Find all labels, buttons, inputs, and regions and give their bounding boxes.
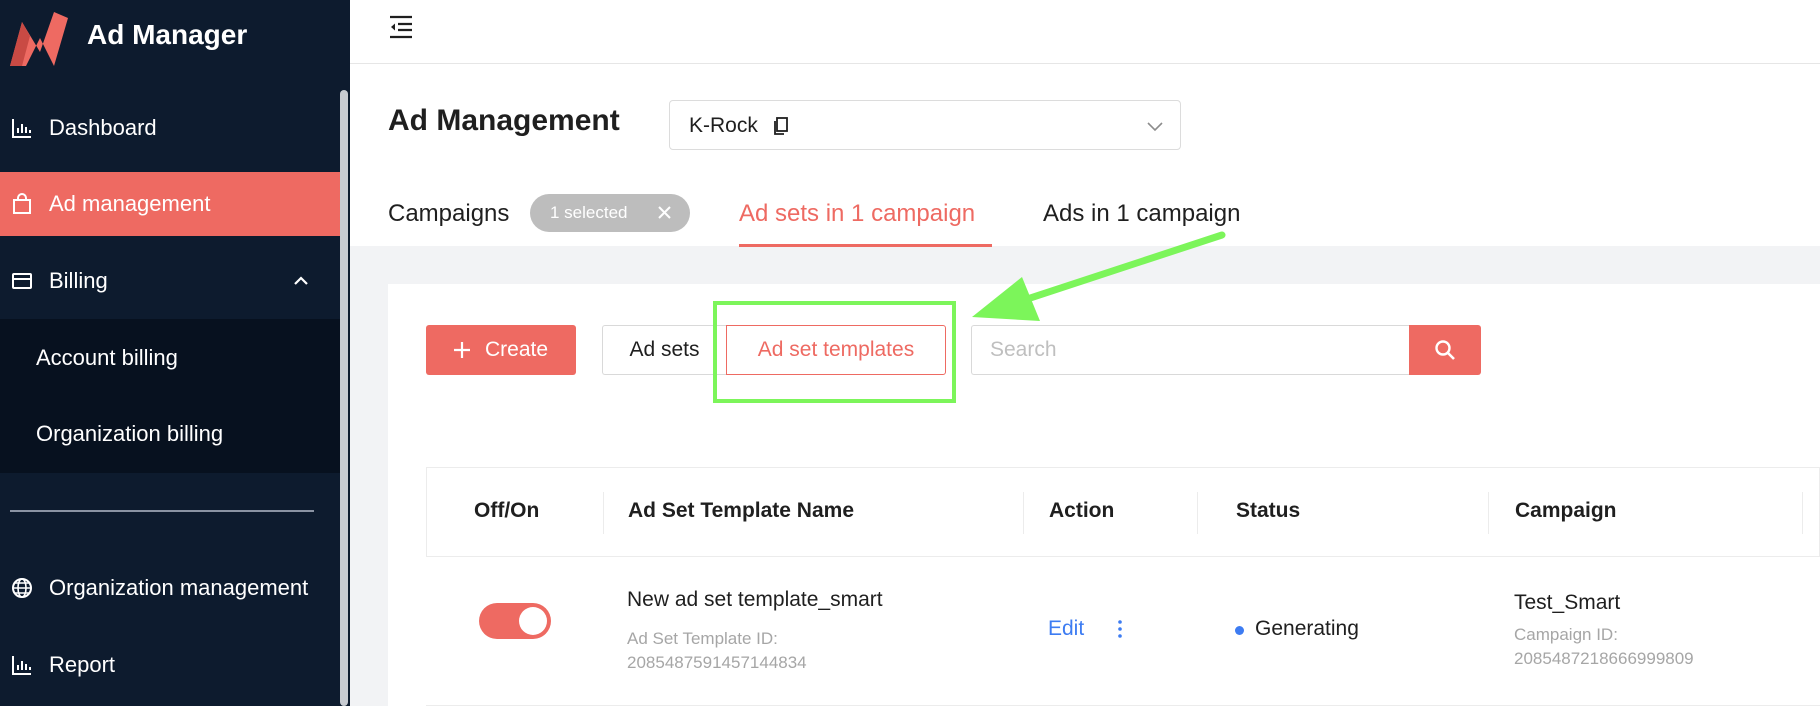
status-dot <box>1235 626 1244 635</box>
more-vertical-icon[interactable] <box>1115 617 1125 641</box>
tab-ads[interactable]: Ads in 1 campaign <box>1043 200 1240 228</box>
globe-icon <box>10 576 34 600</box>
template-id: 2085487591457144834 <box>627 653 807 672</box>
template-name: New ad set template_smart <box>627 588 883 611</box>
campaign-id: 2085487218666999809 <box>1514 649 1694 668</box>
sidebar-item-label: Dashboard <box>49 115 157 140</box>
sidebar-item-billing[interactable]: Billing <box>0 249 340 313</box>
table-header: Off/On Ad Set Template Name Action Statu… <box>426 467 1820 557</box>
account-select-value: K-Rock <box>689 114 758 137</box>
create-button-label: Create <box>485 338 549 361</box>
sidebar-scrollbar[interactable] <box>340 90 348 706</box>
credit-card-icon <box>10 269 34 293</box>
column-header: Campaign <box>1515 499 1617 522</box>
segment-ad-sets[interactable]: Ad sets <box>602 325 726 375</box>
create-button[interactable]: Create <box>426 325 576 375</box>
content-card: Create Ad sets Ad set templates Off/On A… <box>388 284 1820 706</box>
sidebar-item-dashboard[interactable]: Dashboard <box>0 96 340 160</box>
sidebar-item-label: Billing <box>49 268 108 293</box>
brand: Ad Manager <box>0 0 350 78</box>
toggle-knob <box>519 607 547 635</box>
column-separator <box>603 492 604 534</box>
app-title: Ad Manager <box>87 19 248 50</box>
enable-toggle[interactable] <box>479 603 551 639</box>
annotation-arrow-icon <box>972 231 1226 321</box>
active-tab-indicator <box>739 244 992 247</box>
selected-chip[interactable]: 1 selected <box>530 194 690 232</box>
header-panel: Ad Management K-Rock Campaigns 1 selecte… <box>350 64 1820 247</box>
selected-chip-label: 1 selected <box>550 203 628 222</box>
search-icon <box>1435 340 1455 360</box>
sidebar-divider <box>10 510 314 512</box>
bar-chart-icon <box>10 653 34 677</box>
plus-icon <box>454 342 470 358</box>
table-row: New ad set template_smart Ad Set Templat… <box>426 557 1820 706</box>
sidebar-item-report[interactable]: Report <box>0 633 340 697</box>
templates-table: Off/On Ad Set Template Name Action Statu… <box>426 467 1820 706</box>
sidebar-item-label: Ad management <box>49 191 211 216</box>
sidebar-item-account-billing[interactable]: Account billing <box>36 345 178 371</box>
column-header: Action <box>1049 499 1115 522</box>
search-input[interactable] <box>971 325 1411 375</box>
tab-ad-sets[interactable]: Ad sets in 1 campaign <box>739 200 975 228</box>
sidebar-item-ad-management[interactable]: Ad management <box>0 172 340 236</box>
menu-collapse-icon[interactable] <box>388 14 414 40</box>
sidebar-item-label: Report <box>49 652 116 677</box>
sidebar: Ad Manager Dashboard Ad management Billi… <box>0 0 350 706</box>
chevron-down-icon <box>1147 122 1163 132</box>
column-separator <box>1197 492 1198 534</box>
column-separator <box>1802 492 1803 534</box>
chevron-up-icon <box>294 276 308 285</box>
ad-manager-logo-icon <box>10 12 68 66</box>
column-separator <box>1023 492 1024 534</box>
template-id-label: Ad Set Template ID: <box>627 629 778 648</box>
top-bar <box>350 0 1820 64</box>
shopping-bag-icon <box>10 192 34 216</box>
column-separator <box>1488 492 1489 534</box>
status-text: Generating <box>1255 617 1359 640</box>
sidebar-item-organization-billing[interactable]: Organization billing <box>36 421 223 447</box>
sidebar-item-label: Organization management <box>49 575 309 600</box>
annotation-highlight-box <box>713 301 956 403</box>
sidebar-item-organization-management[interactable]: Organization management <box>0 556 340 620</box>
bar-chart-icon <box>10 116 34 140</box>
edit-link[interactable]: Edit <box>1048 617 1084 641</box>
close-icon[interactable] <box>657 205 672 220</box>
copy-icon[interactable] <box>772 116 790 136</box>
column-header: Off/On <box>474 499 540 522</box>
column-header: Status <box>1236 499 1301 522</box>
column-header: Ad Set Template Name <box>628 499 855 522</box>
account-select[interactable]: K-Rock <box>669 100 1181 150</box>
campaign-name: Test_Smart <box>1514 591 1621 614</box>
billing-submenu: Account billing Organization billing <box>0 319 340 473</box>
tab-campaigns[interactable]: Campaigns <box>388 200 509 228</box>
page-title: Ad Management <box>388 104 620 137</box>
search-button[interactable] <box>1409 325 1481 375</box>
campaign-id-label: Campaign ID: <box>1514 625 1618 644</box>
